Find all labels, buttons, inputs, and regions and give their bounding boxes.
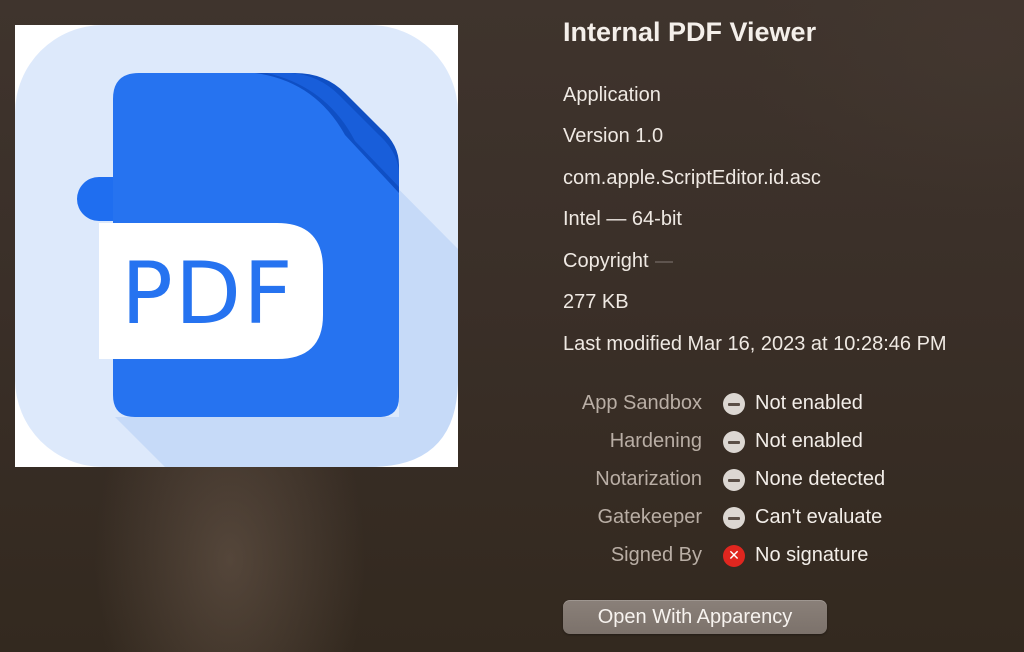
- x-circle-icon: ✕: [723, 545, 745, 567]
- app-kind: Application: [563, 84, 661, 106]
- security-value: Not enabled: [755, 392, 863, 414]
- minus-circle-icon: [723, 507, 745, 529]
- minus-circle-icon: [723, 393, 745, 415]
- bundle-identifier: com.apple.ScriptEditor.id.asc: [563, 167, 821, 189]
- security-label: App Sandbox: [581, 392, 702, 414]
- app-icon: PDF: [15, 25, 458, 467]
- security-row-gatekeeper: Gatekeeper Can't evaluate: [563, 504, 1018, 532]
- minus-circle-icon: [723, 431, 745, 453]
- security-row-signed-by: Signed By ✕ No signature: [563, 542, 1018, 570]
- pdf-label: PDF: [121, 244, 295, 344]
- security-row-hardening: Hardening Not enabled: [563, 428, 1018, 456]
- architecture: Intel — 64-bit: [563, 208, 682, 230]
- app-size: 277 KB: [563, 291, 629, 313]
- security-label: Hardening: [609, 430, 702, 452]
- open-with-apparency-button[interactable]: Open With Apparency: [563, 600, 827, 634]
- copyright-value: [654, 260, 673, 263]
- security-label: Signed By: [610, 544, 702, 566]
- security-label: Notarization: [595, 468, 702, 490]
- app-version: Version 1.0: [563, 125, 664, 147]
- security-value: Can't evaluate: [755, 506, 883, 528]
- minus-circle-icon: [723, 469, 745, 491]
- security-value: No signature: [755, 544, 869, 566]
- copyright: Copyright: [563, 249, 673, 273]
- security-value: None detected: [755, 468, 886, 490]
- security-value: Not enabled: [755, 430, 863, 452]
- app-title: Internal PDF Viewer: [563, 17, 817, 47]
- security-row-app-sandbox: App Sandbox Not enabled: [563, 390, 1018, 418]
- security-row-notarization: Notarization None detected: [563, 466, 1018, 494]
- copyright-label: Copyright: [563, 250, 649, 272]
- security-label: Gatekeeper: [597, 506, 702, 528]
- pdf-document-icon: PDF: [15, 25, 458, 467]
- last-modified: Last modified Mar 16, 2023 at 10:28:46 P…: [563, 333, 947, 355]
